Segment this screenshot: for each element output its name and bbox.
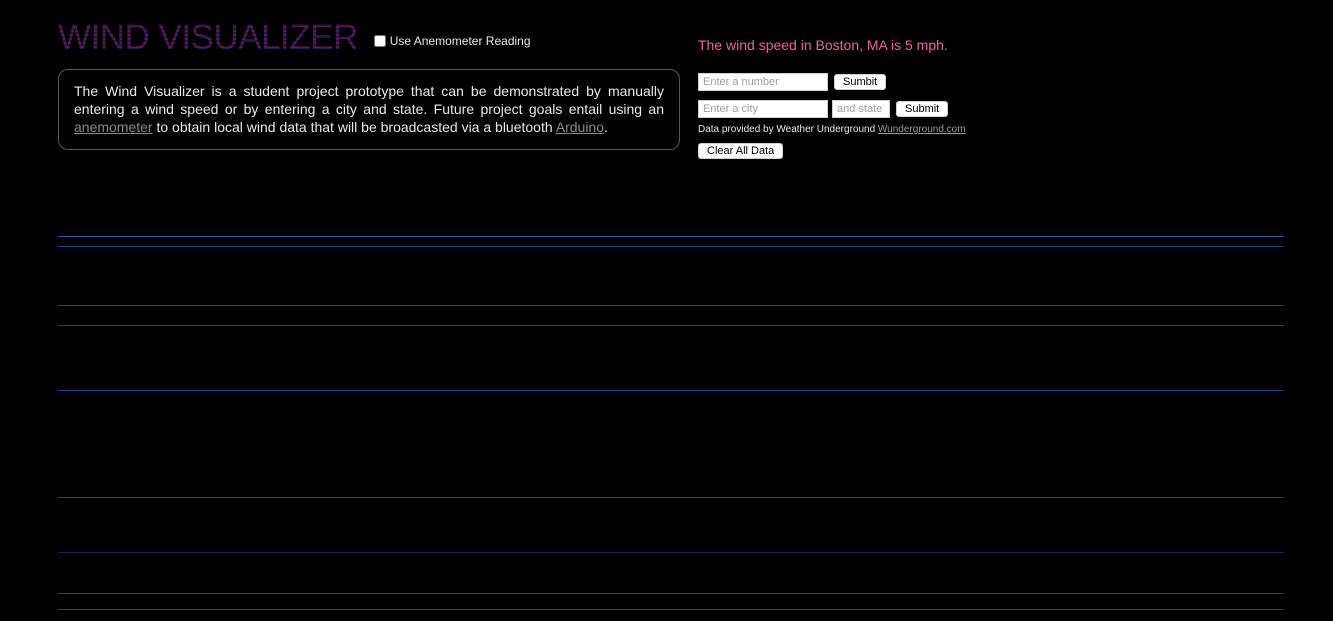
description-text-3: . bbox=[604, 119, 608, 135]
wind-line bbox=[58, 552, 1284, 553]
description-text-2: to obtain local wind data that will be b… bbox=[152, 119, 556, 135]
wind-line bbox=[58, 593, 1284, 594]
clear-all-data-button[interactable]: Clear All Data bbox=[698, 143, 784, 159]
wind-line bbox=[58, 325, 1284, 326]
anemometer-checkbox[interactable] bbox=[373, 35, 386, 47]
wind-line bbox=[58, 236, 1284, 237]
speed-form: Sumbit bbox=[698, 73, 1298, 91]
attribution-text: Data provided by Weather Underground bbox=[698, 124, 878, 135]
wind-line bbox=[58, 246, 1284, 247]
arduino-link[interactable]: Arduino bbox=[556, 119, 604, 135]
description-text-1: The Wind Visualizer is a student project… bbox=[74, 83, 664, 117]
wind-line bbox=[58, 609, 1284, 610]
wunderground-link[interactable]: Wunderground.com bbox=[878, 124, 966, 135]
wind-line bbox=[58, 390, 1284, 391]
anemometer-link[interactable]: anemometer bbox=[74, 119, 153, 135]
city-input[interactable] bbox=[698, 100, 828, 118]
attribution: Data provided by Weather Underground Wun… bbox=[698, 124, 1298, 136]
wind-line bbox=[58, 305, 1284, 306]
city-submit-button[interactable]: Submit bbox=[896, 101, 949, 117]
app-root: WIND VISUALIZER Use Anemometer Reading T… bbox=[0, 0, 1333, 621]
app-title: WIND VISUALIZER bbox=[58, 18, 358, 57]
header: WIND VISUALIZER Use Anemometer Reading bbox=[58, 18, 531, 58]
wind-line bbox=[58, 497, 1284, 498]
anemometer-label: Use Anemometer Reading bbox=[389, 34, 531, 48]
description-card: The Wind Visualizer is a student project… bbox=[58, 69, 680, 150]
state-input[interactable] bbox=[832, 100, 890, 118]
wind-status-message: The wind speed in Boston, MA is 5 mph. bbox=[698, 37, 948, 53]
control-panel: The wind speed in Boston, MA is 5 mph. S… bbox=[698, 36, 1298, 159]
city-form: Submit bbox=[698, 100, 1298, 118]
wind-speed-input[interactable] bbox=[698, 73, 828, 91]
speed-submit-button[interactable]: Sumbit bbox=[834, 74, 887, 90]
anemometer-toggle[interactable]: Use Anemometer Reading bbox=[373, 34, 531, 48]
